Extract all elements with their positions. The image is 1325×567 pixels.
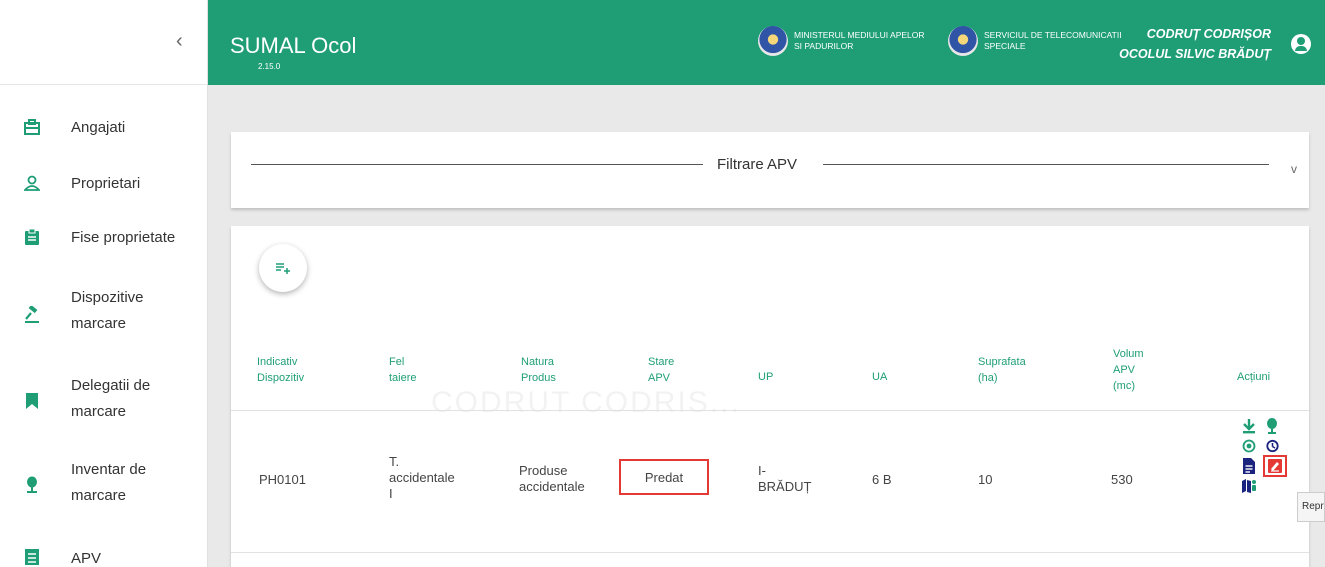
- gavel-icon: [25, 306, 39, 323]
- sidebar-item-label: Delegatii de marcare: [71, 377, 151, 420]
- col-header-suprafata[interactable]: Suprafata (ha): [978, 354, 1028, 386]
- filter-title: Filtrare APV: [717, 156, 798, 173]
- sidebar-item-label: Dispozitive marcare: [71, 289, 144, 332]
- cell-up: I-BRĂDUȚ: [758, 463, 812, 494]
- location-pin-icon[interactable]: [1265, 418, 1279, 434]
- sidebar: ‹ Angajati Proprietari Fise proprietate …: [0, 0, 208, 567]
- cell-suprafata: 10: [978, 472, 993, 487]
- gps-target-icon[interactable]: [1242, 438, 1256, 454]
- sidebar-item-label: Inventar de marcare: [71, 461, 147, 504]
- cell-stare-apv: Predat: [644, 469, 684, 485]
- sidebar-item-label: Angajati: [71, 119, 126, 136]
- divider: [251, 164, 703, 165]
- cell-natura-produs: Produse accidentale: [519, 463, 585, 494]
- person-icon: [24, 175, 40, 191]
- history-icon[interactable]: [1265, 438, 1279, 454]
- account-icon[interactable]: [1291, 34, 1311, 54]
- filter-panel[interactable]: Filtrare APV v: [231, 132, 1309, 208]
- sts-logo: SERVICIUL DE TELECOMUNICATII SPECIALE: [948, 26, 1124, 56]
- col-header-natura-produs[interactable]: Natura Produs: [521, 354, 561, 386]
- add-apv-button[interactable]: [259, 244, 307, 292]
- list-icon: [25, 549, 39, 565]
- col-header-ua[interactable]: UA: [872, 369, 887, 385]
- sidebar-item-inventar-de-marcare[interactable]: Inventar de marcare: [0, 454, 208, 514]
- cell-indicativ: PH0101: [259, 472, 306, 487]
- sidebar-item-angajati[interactable]: Angajati: [0, 112, 208, 142]
- user-name: CODRUȚ CODRIȘOR: [1146, 27, 1271, 41]
- top-header: SUMAL Ocol 2.15.0 MINISTERUL MEDIULUI AP…: [208, 0, 1325, 85]
- sts-seal-icon: [948, 26, 978, 56]
- sidebar-item-dispozitive-marcare[interactable]: Dispozitive marcare: [0, 282, 208, 340]
- clipboard-icon: [25, 228, 39, 245]
- col-header-indicativ[interactable]: Indicativ Dispozitiv: [257, 354, 317, 386]
- sidebar-item-fise-proprietate[interactable]: Fise proprietate: [0, 222, 208, 252]
- app-version: 2.15.0: [258, 62, 281, 71]
- user-info: CODRUȚ CODRIȘOR OCOLUL SILVIC BRĂDUȚ: [1119, 24, 1271, 64]
- cell-volum: 530: [1111, 472, 1133, 487]
- reprimire-tooltip: Reprimire: [1297, 492, 1325, 522]
- sts-name: SERVICIUL DE TELECOMUNICATII SPECIALE: [984, 30, 1122, 51]
- col-header-fel-taiere[interactable]: Fel taiere: [389, 354, 419, 386]
- reprimire-icon[interactable]: [1268, 458, 1282, 474]
- ministry-logo: MINISTERUL MEDIULUI APELOR SI PADURILOR: [758, 26, 934, 56]
- sidebar-item-label: APV: [71, 550, 102, 567]
- divider: [823, 164, 1269, 165]
- ministry-seal-icon: [758, 26, 788, 56]
- header-divider: [231, 410, 1309, 411]
- sidebar-item-proprietari[interactable]: Proprietari: [0, 168, 208, 198]
- download-icon[interactable]: [1242, 418, 1256, 434]
- user-unit: OCOLUL SILVIC BRĂDUȚ: [1119, 47, 1271, 61]
- ministry-name: MINISTERUL MEDIULUI APELOR SI PADURILOR: [794, 30, 925, 51]
- apv-table-card: CODRUT CODRIS... Indicativ Dispozitiv Fe…: [231, 226, 1309, 567]
- cell-ua: 6 B: [872, 472, 892, 487]
- briefcase-icon: [24, 119, 40, 135]
- cell-fel-taiere: T. accidentale I: [389, 454, 455, 501]
- col-header-up[interactable]: UP: [758, 369, 773, 385]
- sidebar-item-delegatii-de-marcare[interactable]: Delegatii de marcare: [0, 370, 208, 430]
- col-header-volum-apv[interactable]: Volum APV (mc): [1113, 346, 1147, 394]
- chevron-down-icon[interactable]: v: [1291, 162, 1297, 176]
- col-header-stare-apv[interactable]: Stare APV: [648, 354, 678, 386]
- sidebar-item-label: Proprietari: [71, 175, 141, 192]
- sidebar-top: ‹: [0, 0, 207, 85]
- pin-icon: [27, 476, 37, 493]
- cell-stare-apv-highlight: Predat: [619, 459, 709, 495]
- bookmark-icon: [26, 393, 38, 409]
- sidebar-item-label: Fise proprietate: [71, 229, 176, 246]
- map-people-icon[interactable]: [1242, 478, 1256, 494]
- row-divider: [231, 552, 1309, 553]
- user-watermark: CODRUT CODRIS...: [431, 386, 741, 419]
- sidebar-item-apv[interactable]: APV: [0, 548, 208, 567]
- col-header-actiuni: Acțiuni: [1237, 371, 1271, 383]
- document-icon[interactable]: [1242, 458, 1256, 474]
- app-title: SUMAL Ocol: [230, 33, 357, 58]
- collapse-sidebar-button[interactable]: ‹: [176, 30, 183, 53]
- playlist-add-icon: [276, 263, 290, 274]
